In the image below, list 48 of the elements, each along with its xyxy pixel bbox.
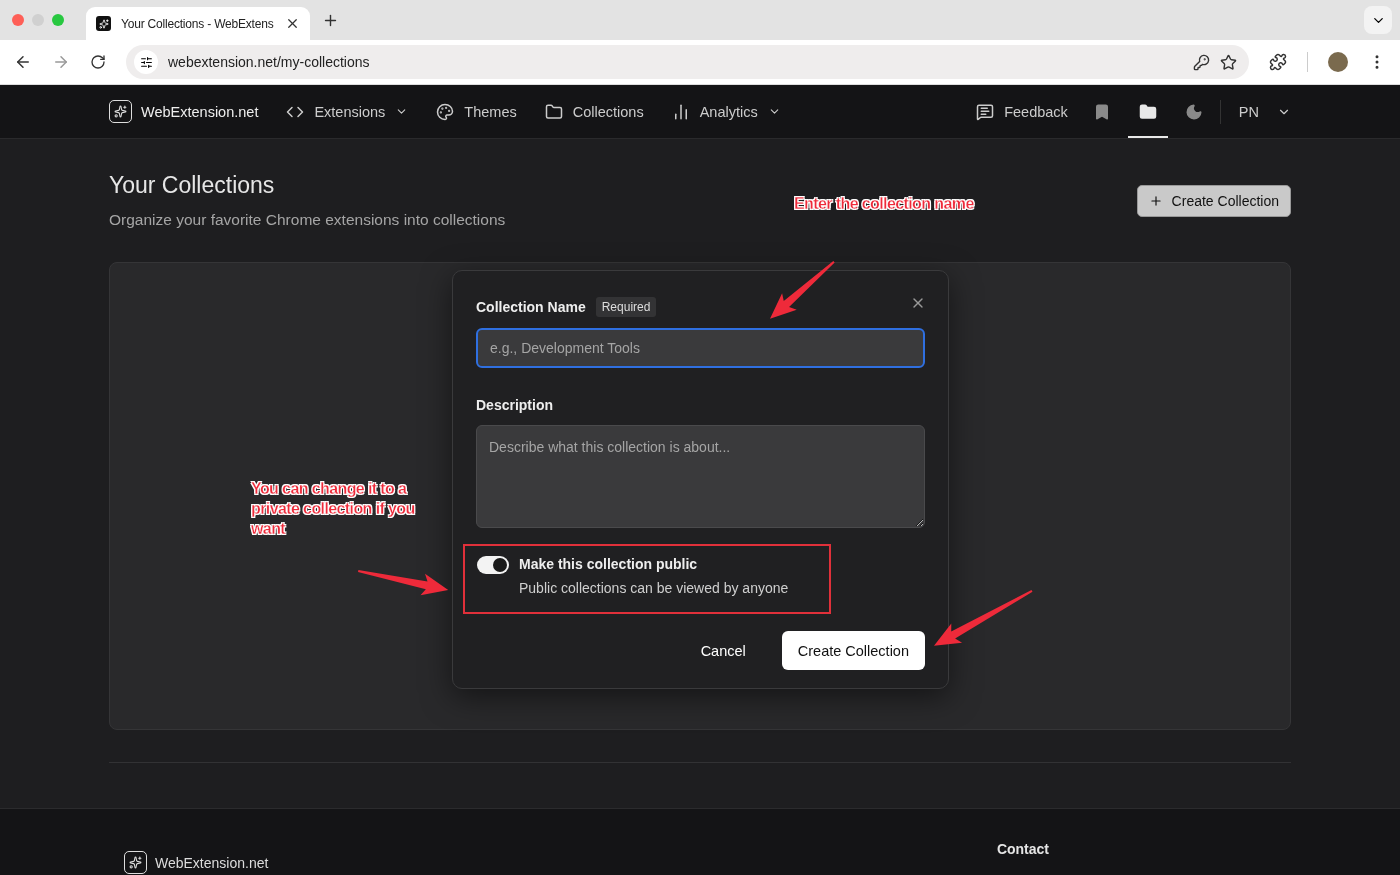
sparkle-logo-icon [124, 851, 147, 874]
back-button[interactable] [14, 53, 32, 71]
annotation-text: Enter the collection name [794, 194, 975, 214]
moon-icon [1184, 102, 1203, 121]
profile-avatar[interactable] [1328, 52, 1348, 72]
tab-title: Your Collections - WebExtens [121, 16, 275, 31]
chat-icon [976, 102, 995, 121]
brand-name: WebExtension.net [141, 103, 259, 120]
folder-icon [1138, 102, 1157, 121]
toggle-label: Make this collection public [519, 556, 699, 572]
nav-link[interactable]: Themes [436, 102, 517, 121]
annotation-arrow [770, 261, 835, 319]
address-bar[interactable]: webextension.net/my-collections [126, 45, 1249, 79]
nav-link[interactable]: Collections [544, 102, 644, 121]
field-label: Description [476, 397, 553, 413]
forward-button[interactable] [52, 53, 70, 71]
nav-link[interactable]: Extensions [286, 102, 409, 121]
collection-name-input[interactable]: e.g., Development Tools [476, 328, 925, 368]
folder-icon [544, 102, 563, 121]
description-textarea[interactable]: Describe what this collection is about... [476, 425, 925, 528]
public-toggle[interactable] [477, 556, 509, 574]
footer-heading: Contact [996, 841, 1049, 859]
user-menu[interactable]: PN [1238, 103, 1291, 120]
page-subtitle: Organize your favorite Chrome extensions into collections [109, 211, 506, 229]
bookmark-star-icon[interactable] [1220, 53, 1237, 71]
toggle-hint: Public collections can be viewed by anyone [519, 580, 789, 596]
footer-brand-name: WebExtension.net [155, 854, 269, 871]
plus-icon [1148, 194, 1163, 208]
key-icon[interactable] [1193, 53, 1210, 71]
nav-link[interactable]: Analytics [671, 102, 781, 121]
site-logo[interactable]: WebExtension.net [109, 100, 259, 123]
cancel-button[interactable]: Cancel [694, 641, 752, 660]
site-settings-icon[interactable] [134, 50, 158, 74]
sparkle-logo-icon [109, 100, 132, 123]
page-title: Your Collections [109, 172, 276, 199]
create-collection-button[interactable]: Create Collection [1136, 185, 1291, 217]
url-text: webextension.net/my-collections [168, 54, 371, 70]
annotation-text: You can change it to a private collection if you want [251, 479, 416, 539]
browser-tab[interactable]: Your Collections - WebExtens [86, 7, 310, 40]
reload-button[interactable] [90, 54, 106, 70]
palette-icon [436, 102, 455, 121]
feedback-link[interactable]: Feedback [976, 102, 1068, 121]
field-label: Collection Name [476, 299, 586, 315]
required-tag: Required [595, 297, 657, 317]
submit-button[interactable]: Create Collection [781, 631, 925, 670]
favicon-icon [96, 16, 111, 31]
extensions-puzzle-icon[interactable] [1269, 53, 1287, 71]
close-tab-button[interactable] [285, 16, 300, 31]
